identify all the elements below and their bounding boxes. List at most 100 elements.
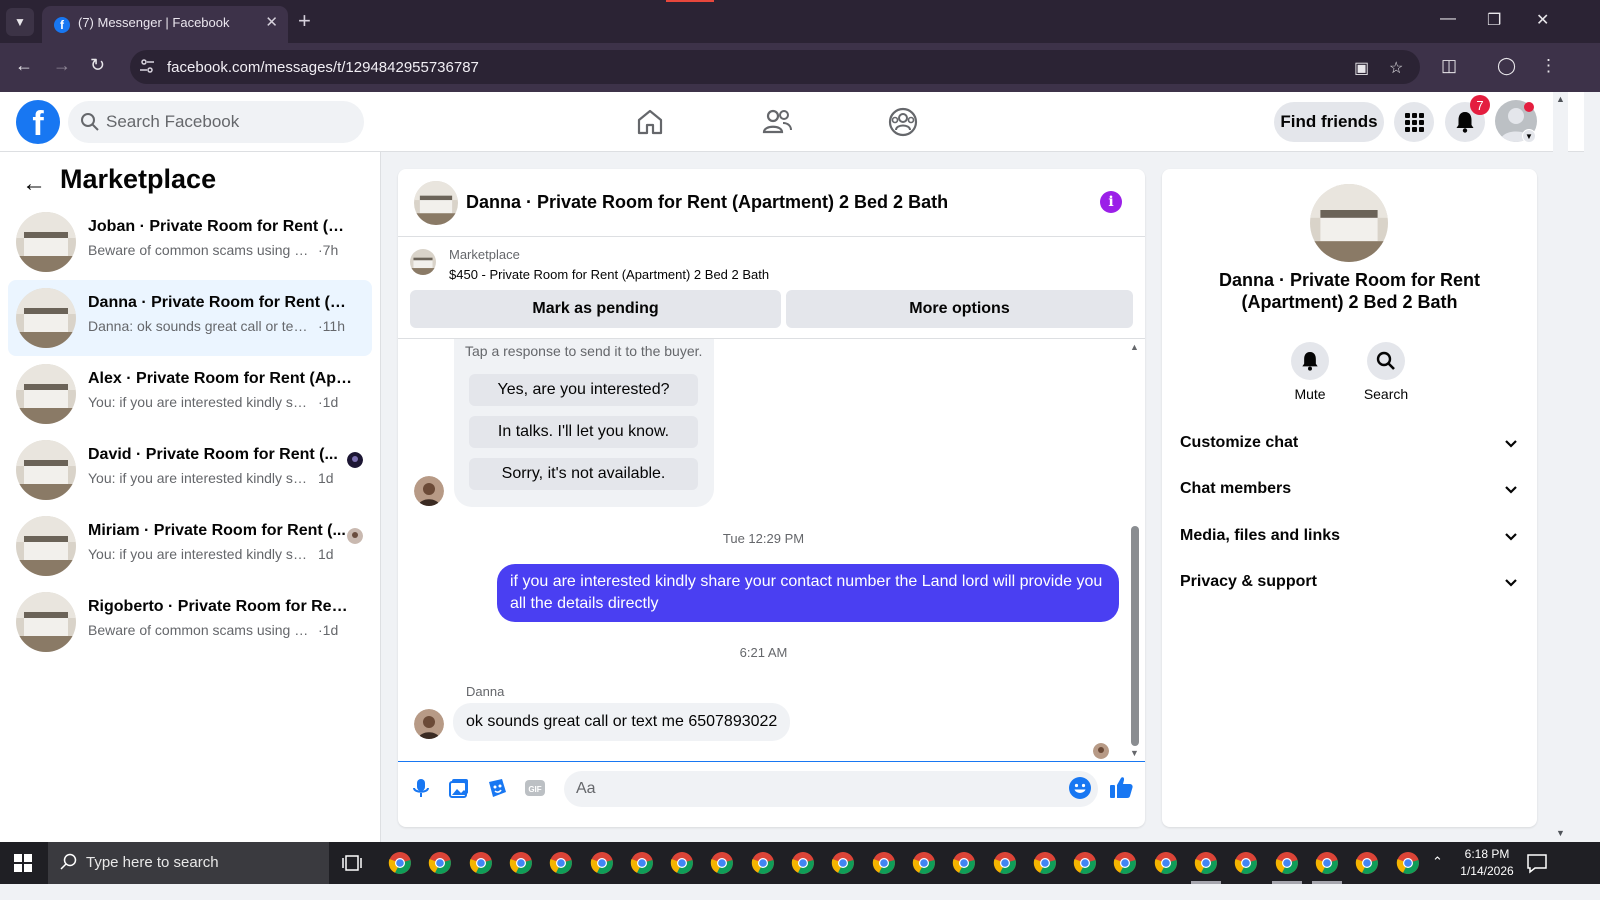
address-bar[interactable]: facebook.com/messages/t/1294842955736787… — [130, 50, 1420, 84]
windows-start-icon[interactable] — [14, 854, 32, 872]
profile-icon[interactable]: ◯ — [1497, 56, 1516, 76]
chrome-taskbar-icon[interactable] — [590, 851, 614, 875]
info-icon[interactable]: i — [1100, 191, 1122, 213]
restore-icon[interactable]: ❐ — [1487, 10, 1501, 30]
chrome-taskbar-icon[interactable] — [1194, 851, 1218, 875]
home-icon[interactable] — [634, 106, 666, 138]
sticker-icon[interactable] — [486, 777, 508, 799]
chrome-taskbar-icon[interactable] — [630, 851, 654, 875]
friends-icon[interactable] — [761, 106, 793, 138]
chrome-taskbar-icon[interactable] — [388, 851, 412, 875]
quick-reply-button[interactable]: In talks. I'll let you know. — [469, 416, 698, 448]
customize-chat-section[interactable]: Customize chat — [1170, 425, 1530, 465]
page-scrollbar[interactable] — [1553, 92, 1568, 842]
browser-tab[interactable]: f (7) Messenger | Facebook ✕ — [42, 6, 288, 43]
chrome-taskbar-icon[interactable] — [952, 851, 976, 875]
outgoing-message[interactable]: if you are interested kindly share your … — [497, 564, 1119, 622]
install-app-icon[interactable]: ▣ — [1354, 58, 1369, 78]
chrome-taskbar-icon[interactable] — [670, 851, 694, 875]
back-icon[interactable]: ← — [15, 55, 33, 76]
chrome-taskbar-icon[interactable] — [912, 851, 936, 875]
chrome-taskbar-icon[interactable] — [428, 851, 452, 875]
page-scroll-down-icon[interactable]: ▼ — [1556, 828, 1565, 838]
conversation-item[interactable]: Joban · Private Room for Rent (Ap... Bew… — [8, 204, 372, 280]
chrome-taskbar-icon[interactable] — [1275, 851, 1299, 875]
chrome-taskbar-icon[interactable] — [1154, 851, 1178, 875]
chrome-taskbar-icon[interactable] — [1073, 851, 1097, 875]
taskbar-clock[interactable]: 6:18 PM 1/14/2026 — [1452, 846, 1522, 880]
site-info-icon[interactable] — [139, 58, 155, 74]
new-tab-icon[interactable]: + — [298, 9, 311, 33]
forward-icon[interactable]: → — [53, 55, 71, 76]
scroll-up-icon[interactable]: ▲ — [1130, 342, 1139, 352]
menu-grid-icon[interactable] — [1394, 102, 1434, 142]
account-chevron-down-icon[interactable]: ▼ — [1522, 129, 1536, 143]
privacy-support-section[interactable]: Privacy & support — [1170, 564, 1530, 604]
photo-icon[interactable] — [448, 777, 470, 799]
incoming-message[interactable]: ok sounds great call or text me 65078930… — [453, 703, 791, 741]
chat-title[interactable]: Danna · Private Room for Rent (Apartment… — [466, 192, 948, 213]
chrome-taskbar-icon[interactable] — [791, 851, 815, 875]
taskbar-search[interactable]: Type here to search — [48, 842, 329, 884]
chrome-taskbar-icon[interactable] — [831, 851, 855, 875]
read-receipt-avatar — [1093, 743, 1109, 759]
quick-reply-button[interactable]: Yes, are you interested? — [469, 374, 698, 406]
extensions-icon[interactable]: ◫ — [1441, 56, 1457, 76]
facebook-logo-icon[interactable]: f — [16, 100, 60, 144]
thumbs-up-icon[interactable] — [1109, 775, 1134, 800]
reload-icon[interactable]: ↻ — [90, 55, 105, 76]
chrome-taskbar-icon[interactable] — [751, 851, 775, 875]
more-options-button[interactable]: More options — [786, 290, 1133, 328]
microphone-icon[interactable] — [410, 777, 432, 799]
conversation-item-active[interactable]: Danna · Private Room for Rent (Ap... Dan… — [8, 280, 372, 356]
media-files-links-section[interactable]: Media, files and links — [1170, 518, 1530, 558]
back-arrow-icon[interactable]: ← — [22, 170, 46, 198]
conversation-item[interactable]: Rigoberto · Private Room for Rent ... Be… — [8, 584, 372, 660]
chrome-taskbar-icon[interactable] — [993, 851, 1017, 875]
message-thread[interactable]: Tap a response to send it to the buyer. … — [398, 339, 1145, 762]
conversation-item[interactable]: Alex · Private Room for Rent (Apar... Yo… — [8, 356, 372, 432]
chrome-taskbar-icon[interactable] — [1355, 851, 1379, 875]
chrome-taskbar-icon[interactable] — [1315, 851, 1339, 875]
chrome-taskbar-icon[interactable] — [469, 851, 493, 875]
chat-avatar[interactable] — [414, 181, 458, 225]
conversation-item[interactable]: Miriam · Private Room for Rent (... You:… — [8, 508, 372, 584]
search-input[interactable] — [106, 101, 356, 143]
conversation-preview: You: if you are interested kindly sha... — [88, 546, 313, 562]
chat-members-section[interactable]: Chat members — [1170, 471, 1530, 511]
conversation-item[interactable]: David · Private Room for Rent (... You: … — [8, 432, 372, 508]
quick-reply-button[interactable]: Sorry, it's not available. — [469, 458, 698, 490]
thread-scrollbar-thumb[interactable] — [1131, 526, 1139, 746]
url-text[interactable]: facebook.com/messages/t/1294842955736787 — [167, 59, 479, 76]
chrome-taskbar-icon[interactable] — [1396, 851, 1420, 875]
page-scroll-up-icon[interactable]: ▲ — [1556, 94, 1565, 104]
action-center-icon[interactable] — [1526, 852, 1548, 874]
chrome-taskbar-icon[interactable] — [1113, 851, 1137, 875]
chrome-taskbar-icon[interactable] — [549, 851, 573, 875]
chrome-taskbar-icon[interactable] — [872, 851, 896, 875]
chrome-taskbar-icon[interactable] — [710, 851, 734, 875]
close-tab-icon[interactable]: ✕ — [265, 13, 278, 31]
task-view-icon[interactable] — [342, 853, 362, 873]
minimize-icon[interactable]: — — [1440, 10, 1456, 28]
find-friends-button[interactable]: Find friends — [1274, 102, 1384, 142]
system-tray-chevron-icon[interactable]: ⌃ — [1432, 854, 1443, 870]
chrome-taskbar-icon[interactable] — [1234, 851, 1258, 875]
scroll-down-icon[interactable]: ▼ — [1130, 748, 1139, 758]
tab-list-icon[interactable]: ▼ — [6, 8, 34, 36]
details-avatar[interactable] — [1310, 184, 1388, 262]
chrome-taskbar-icon[interactable] — [509, 851, 533, 875]
emoji-icon[interactable] — [1068, 776, 1092, 800]
mute-button[interactable]: Mute — [1270, 342, 1350, 402]
browser-menu-icon[interactable]: ⋮ — [1540, 56, 1557, 76]
bookmark-star-icon[interactable]: ☆ — [1389, 58, 1403, 78]
facebook-search[interactable] — [68, 101, 364, 143]
gif-icon[interactable]: GIF — [524, 777, 546, 799]
message-input[interactable] — [576, 771, 1056, 807]
groups-icon[interactable] — [887, 106, 919, 138]
chrome-taskbar-icon[interactable] — [1033, 851, 1057, 875]
window-close-icon[interactable]: ✕ — [1536, 10, 1549, 30]
mark-as-pending-button[interactable]: Mark as pending — [410, 290, 781, 328]
search-in-conversation-button[interactable]: Search — [1346, 342, 1426, 402]
listing-title[interactable]: $450 - Private Room for Rent (Apartment)… — [449, 267, 769, 282]
